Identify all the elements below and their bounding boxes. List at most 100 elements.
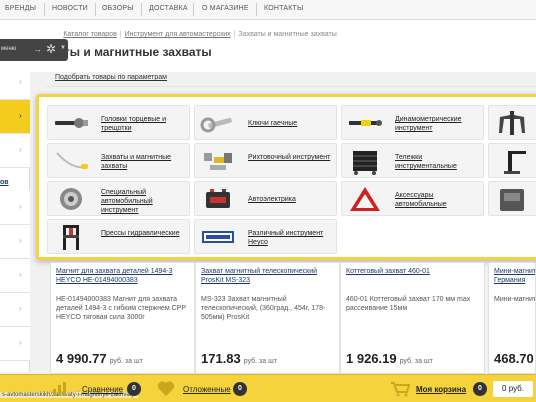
category-tile[interactable]: Ключи гаечные — [194, 105, 337, 140]
gear-icon[interactable]: ✲ — [46, 42, 56, 56]
product-description: 460-01 Коттеговый захват 170 мм max расс… — [346, 296, 471, 312]
product-title[interactable]: Мини-магнитный захват 401-02, Германия — [494, 267, 535, 285]
chevron-down-icon: ▼ — [60, 45, 66, 51]
nav-about[interactable]: О МАГАЗИНЕ — [202, 5, 249, 12]
page-title: ваты и магнитные захваты — [50, 45, 212, 59]
price-unit: руб. за шт — [399, 358, 433, 365]
nav-reviews[interactable]: ОБЗОРЫ — [102, 5, 134, 12]
battery-icon — [206, 189, 230, 208]
product-card[interactable]: Магнит для захвата деталей 1494-3 HEYCO … — [50, 262, 195, 374]
breadcrumb-current: Захваты и магнитные захваты — [238, 31, 337, 38]
category-tile[interactable]: Динамометрические инструмент — [341, 105, 484, 140]
heart-icon[interactable] — [157, 380, 175, 397]
crane-icon — [504, 151, 526, 174]
arrow-right-icon: → — [33, 44, 42, 54]
category-tile[interactable]: Различный инструмент Heyco — [194, 219, 337, 254]
cart-total: 0 руб. — [493, 381, 533, 397]
nav-news[interactable]: НОВОСТИ — [52, 5, 88, 12]
price-value: 1 926.19 — [346, 351, 397, 366]
breadcrumb-separator: · — [58, 31, 61, 38]
category-label: Головки торцевые и трещотки — [101, 116, 166, 132]
product-price: 1 926.19 руб. за шт — [346, 351, 433, 366]
product-card[interactable]: Захват магнитный телескопический ProsKit… — [195, 262, 340, 374]
top-navigation: БРЕНДЫ НОВОСТИ ОБЗОРЫ ДОСТАВКА О МАГАЗИН… — [0, 0, 536, 20]
product-card[interactable]: Мини-магнитный захват 401-02, Германия М… — [488, 262, 536, 374]
compare-label[interactable]: Сравнение — [82, 385, 123, 394]
puller-icon — [499, 111, 525, 135]
product-title[interactable]: Коттеговый захват 460-01 — [346, 267, 481, 276]
socket-wrench-icon — [55, 118, 88, 128]
nav-delivery[interactable]: ДОСТАВКА — [149, 5, 188, 12]
sidebar-item[interactable]: › — [0, 191, 30, 225]
sidebar-item[interactable]: › — [0, 134, 30, 168]
nav-contacts[interactable]: КОНТАКТЫ — [264, 5, 303, 12]
price-value: 171.83 — [201, 351, 241, 366]
chevron-right-icon: › — [19, 145, 22, 154]
breadcrumb-separator: | — [119, 31, 122, 38]
left-sidebar: › › › › › › › › — [0, 66, 30, 372]
cart-icon[interactable] — [390, 381, 410, 397]
category-label: Различный инструмент Heyco — [248, 230, 324, 246]
product-price: 171.83 руб. за шт — [201, 351, 277, 366]
chevron-right-icon: › — [19, 270, 22, 279]
product-price: 468.70 — [494, 351, 534, 366]
category-tile[interactable]: Тележки инструментальные — [341, 143, 484, 178]
category-tile[interactable]: Захваты и магнитные захваты — [47, 143, 190, 178]
sidebar-item[interactable]: › — [0, 259, 30, 293]
breadcrumb-auto-tools[interactable]: Инструмент для автомастерских — [125, 31, 231, 38]
chevron-right-icon: › — [19, 338, 22, 347]
chevron-right-icon: › — [19, 111, 22, 120]
cart-count-badge: 0 — [473, 382, 487, 396]
sidebar-item[interactable]: › — [0, 293, 30, 327]
sidebar-link[interactable]: ов — [0, 179, 9, 186]
category-dropdown-panel: Головки торцевые и трещотки Ключи гаечны… — [36, 94, 536, 260]
product-description: HE-01494000383 Магнит для захвата детале… — [56, 296, 186, 321]
nav-brands[interactable]: БРЕНДЫ — [5, 5, 36, 12]
cart-label[interactable]: Моя корзина — [416, 385, 466, 394]
magnetic-pickup-icon — [56, 152, 88, 169]
category-tile[interactable]: Аксессуары автомобильные — [341, 181, 484, 216]
tool-cart-icon — [353, 151, 377, 175]
wrench-icon — [200, 117, 232, 133]
breadcrumb: · Каталог товаров | Инструмент для автомаст… — [55, 31, 337, 38]
category-label: Прессы гидравлические — [101, 230, 180, 237]
filter-link[interactable]: Подобрать товары по параметрам — [55, 74, 167, 81]
deferred-count-badge: 0 — [233, 382, 247, 396]
bottom-panel: s-avtomasterskikh/zakhvaty-i-magnitnye-z… — [0, 374, 536, 402]
category-tile[interactable]: Автоэлектрика — [194, 181, 337, 216]
nav-separator — [141, 3, 142, 16]
sidebar-item[interactable]: › — [0, 225, 30, 259]
price-value: 468.70 — [494, 351, 534, 366]
category-tile[interactable]: Прессы гидравлические — [47, 219, 190, 254]
divider — [46, 86, 536, 87]
catalog-menu-button[interactable]: меню → ✲ ▼ — [0, 39, 68, 61]
deferred-label[interactable]: Отложенные — [183, 385, 231, 394]
sidebar-item[interactable]: › — [0, 66, 30, 100]
product-card[interactable]: Коттеговый захват 460-01 460-01 Коттегов… — [340, 262, 485, 374]
compare-icon[interactable] — [52, 381, 70, 397]
breadcrumb-catalog[interactable]: Каталог товаров — [63, 31, 116, 38]
sidebar-item-active[interactable]: › — [0, 100, 30, 134]
price-value: 4 990.77 — [56, 351, 107, 366]
price-unit: руб. за шт — [243, 358, 277, 365]
product-title[interactable]: Магнит для захвата деталей 1494-3 HEYCO … — [56, 267, 191, 285]
chevron-right-icon: › — [19, 77, 22, 86]
category-tile[interactable]: П — [488, 143, 536, 178]
product-title[interactable]: Захват магнитный телескопический ProsKit… — [201, 267, 336, 285]
hydraulic-press-icon — [63, 225, 79, 250]
breadcrumb-separator: | — [233, 31, 236, 38]
category-tile[interactable]: Специальный автомобильный инструмент — [47, 181, 190, 216]
nav-separator — [193, 3, 194, 16]
category-label: Специальный автомобильный инструмент — [101, 189, 153, 214]
chevron-right-icon: › — [19, 236, 22, 245]
nav-separator — [44, 3, 45, 16]
category-label: Захваты и магнитные захваты — [101, 154, 172, 170]
menu-label: меню — [1, 46, 17, 52]
category-tile[interactable]: Головки торцевые и трещотки — [47, 105, 190, 140]
sidebar-item[interactable]: › — [0, 327, 30, 361]
category-tile[interactable] — [488, 105, 536, 140]
warning-triangle-icon — [350, 187, 380, 211]
category-tile[interactable]: М — [488, 181, 536, 216]
category-tile[interactable]: Рихтовочный инструмент — [194, 143, 337, 178]
chevron-right-icon: › — [19, 202, 22, 211]
